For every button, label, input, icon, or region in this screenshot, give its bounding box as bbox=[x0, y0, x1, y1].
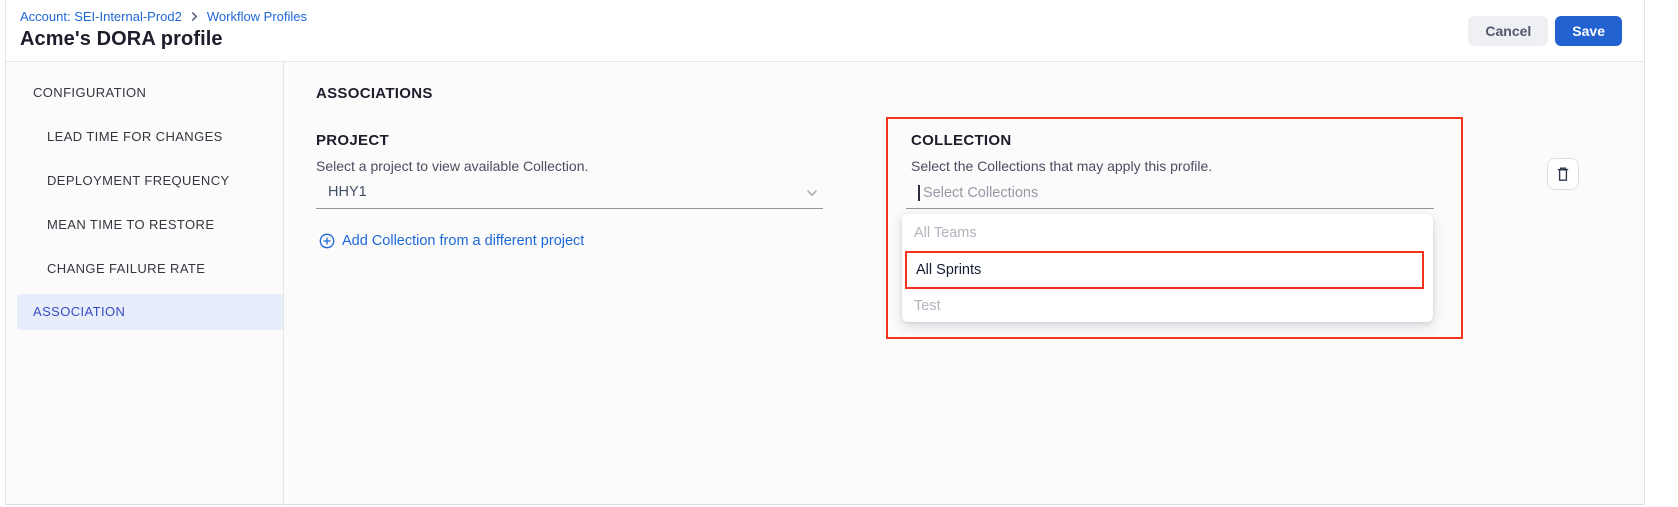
delete-association-button[interactable] bbox=[1547, 158, 1579, 190]
sidebar-item-association[interactable]: ASSOCIATION bbox=[17, 294, 283, 330]
breadcrumb-section-link[interactable]: Workflow Profiles bbox=[207, 9, 307, 24]
header-actions: Cancel Save bbox=[1468, 16, 1622, 46]
add-collection-link-label: Add Collection from a different project bbox=[342, 233, 584, 249]
cancel-button[interactable]: Cancel bbox=[1468, 16, 1548, 46]
associations-panel: ASSOCIATIONS PROJECT Select a project to… bbox=[284, 62, 1644, 505]
sidebar-item-configuration[interactable]: CONFIGURATION bbox=[6, 75, 283, 111]
page-header: Account: SEI-Internal-Prod2 Workflow Pro… bbox=[6, 0, 1644, 62]
collections-dropdown-menu: All Teams All Sprints Test bbox=[902, 214, 1433, 322]
project-select[interactable]: HHY1 bbox=[316, 177, 823, 209]
dropdown-option-all-sprints[interactable]: All Sprints bbox=[905, 251, 1424, 289]
dropdown-option-test: Test bbox=[902, 289, 1433, 322]
add-collection-link[interactable]: Add Collection from a different project bbox=[319, 230, 584, 252]
project-select-value: HHY1 bbox=[316, 177, 823, 208]
plus-circle-icon bbox=[319, 233, 335, 249]
collection-section-title: COLLECTION bbox=[911, 132, 1012, 149]
project-section-title: PROJECT bbox=[316, 132, 389, 149]
page-body: CONFIGURATION LEAD TIME FOR CHANGES DEPL… bbox=[6, 62, 1644, 505]
breadcrumb: Account: SEI-Internal-Prod2 Workflow Pro… bbox=[20, 9, 307, 24]
project-section-description: Select a project to view available Colle… bbox=[316, 158, 588, 174]
sidebar-item-deployment-frequency[interactable]: DEPLOYMENT FREQUENCY bbox=[6, 163, 283, 199]
collections-search-input[interactable]: Select Collections bbox=[906, 177, 1434, 209]
sidebar-item-mean-time-to-restore[interactable]: MEAN TIME TO RESTORE bbox=[6, 207, 283, 243]
associations-section-title: ASSOCIATIONS bbox=[316, 85, 433, 102]
dropdown-option-all-teams: All Teams bbox=[902, 214, 1433, 251]
trash-icon bbox=[1555, 166, 1571, 183]
sidebar-nav: CONFIGURATION LEAD TIME FOR CHANGES DEPL… bbox=[6, 62, 284, 505]
sidebar-item-lead-time-for-changes[interactable]: LEAD TIME FOR CHANGES bbox=[6, 119, 283, 155]
page-title: Acme's DORA profile bbox=[20, 28, 223, 51]
sidebar-item-change-failure-rate[interactable]: CHANGE FAILURE RATE bbox=[6, 251, 283, 287]
text-cursor-caret bbox=[918, 185, 920, 201]
breadcrumb-account-link[interactable]: Account: SEI-Internal-Prod2 bbox=[20, 9, 182, 24]
collections-input-placeholder: Select Collections bbox=[923, 185, 1038, 201]
app-frame: Account: SEI-Internal-Prod2 Workflow Pro… bbox=[5, 0, 1645, 505]
chevron-right-icon bbox=[190, 12, 199, 21]
chevron-down-icon bbox=[805, 186, 819, 205]
save-button[interactable]: Save bbox=[1555, 16, 1622, 46]
collection-section-description: Select the Collections that may apply th… bbox=[911, 158, 1212, 174]
workflow-profile-page: Account: SEI-Internal-Prod2 Workflow Pro… bbox=[0, 0, 1678, 507]
